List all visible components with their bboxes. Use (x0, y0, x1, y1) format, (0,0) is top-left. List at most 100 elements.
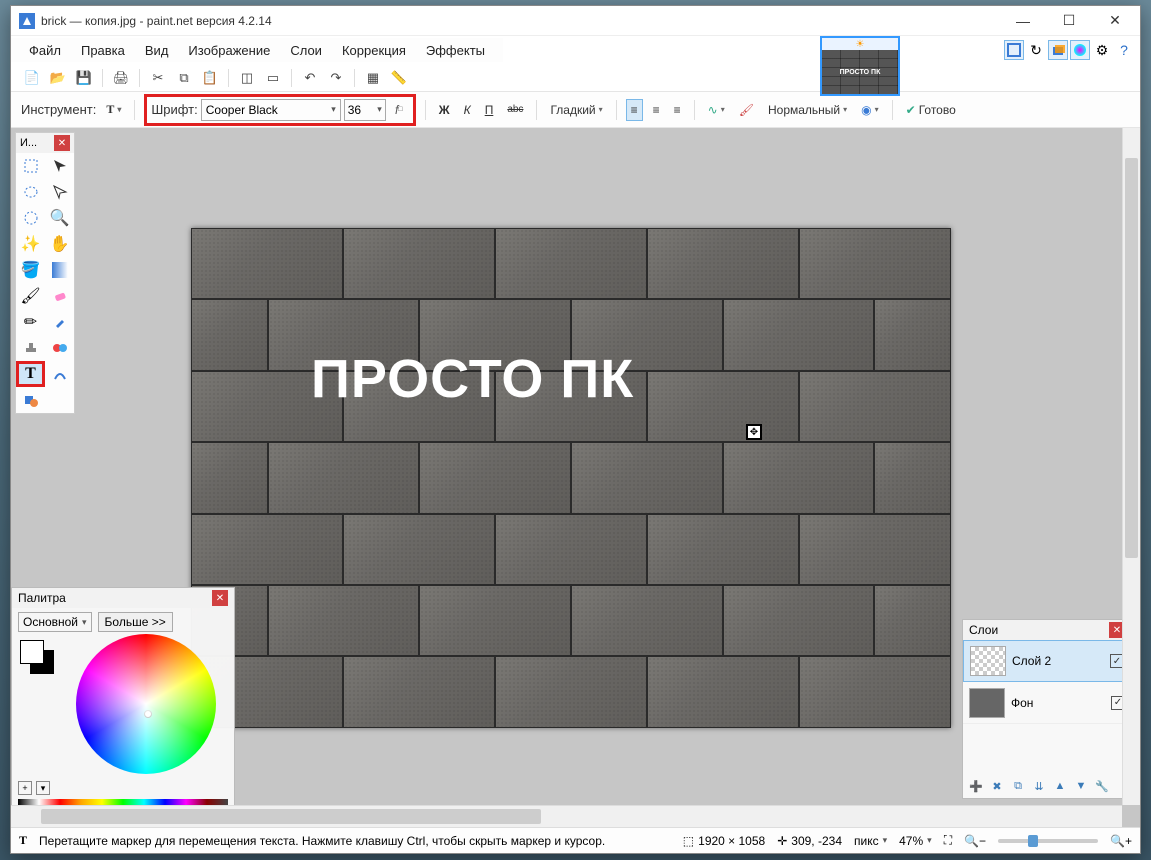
antialias-icon[interactable]: ∿ ▾ (704, 99, 729, 121)
menu-изображение[interactable]: Изображение (178, 40, 280, 61)
menu-файл[interactable]: Файл (19, 40, 71, 61)
font-metrics-icon[interactable]: f□ (389, 99, 409, 121)
grid-icon[interactable]: ▦ (362, 67, 384, 89)
layers-toggle-icon[interactable] (1048, 40, 1068, 60)
bucket-tool[interactable]: 🪣 (16, 257, 45, 283)
lasso-tool[interactable] (16, 179, 45, 205)
maximize-button[interactable]: ☐ (1046, 6, 1092, 36)
color-wheel[interactable] (76, 634, 216, 774)
sun-icon: ☀ (822, 38, 898, 50)
merge-down-icon[interactable]: ⇊ (1030, 777, 1048, 795)
finish-button[interactable]: ✔ Готово (902, 99, 960, 121)
render-mode-dropdown[interactable]: Гладкий ▾ (546, 99, 606, 121)
cut-icon[interactable]: ✂ (147, 67, 169, 89)
deselect-icon[interactable]: ▭ (262, 67, 284, 89)
font-family-dropdown[interactable]: Cooper Black▾ (201, 99, 341, 121)
layer-props-icon[interactable]: 🔧 (1093, 777, 1111, 795)
color-mode-dropdown[interactable]: Основной ▾ (18, 612, 92, 632)
colors-toggle-icon[interactable] (1070, 40, 1090, 60)
zoom-slider[interactable] (998, 839, 1098, 843)
canvas[interactable]: ПРОСТО ПК ✥ (191, 228, 951, 728)
minimize-button[interactable]: — (1000, 6, 1046, 36)
new-icon[interactable]: 📄 (21, 67, 43, 89)
move-handle-icon[interactable]: ✥ (746, 424, 762, 440)
fit-window-icon[interactable]: ⛶ (944, 833, 952, 848)
redo-icon[interactable]: ↷ (325, 67, 347, 89)
layer-thumbnail (969, 688, 1005, 718)
status-unit-dropdown[interactable]: пикс ▾ (854, 834, 887, 848)
eyedropper-tool[interactable] (45, 309, 74, 335)
tools-panel: И...✕ 🔍 ✨ ✋ 🪣 🖌 ✏ T (15, 132, 75, 414)
move-up-icon[interactable]: ▲ (1051, 777, 1069, 795)
recolor-tool[interactable] (45, 335, 74, 361)
copy-icon[interactable]: ⧉ (173, 67, 195, 89)
pencil-tool[interactable]: ✏ (16, 309, 45, 335)
clone-tool[interactable] (16, 335, 45, 361)
magic-wand-tool[interactable]: ✨ (16, 231, 45, 257)
align-center-icon[interactable]: ≡ (649, 99, 664, 121)
tools-close-icon[interactable]: ✕ (54, 135, 70, 151)
more-button[interactable]: Больше >> (98, 612, 173, 632)
fill-style-icon[interactable]: ◉ ▾ (857, 99, 883, 121)
italic-button[interactable]: К (460, 99, 475, 121)
wheel-cursor[interactable] (144, 710, 152, 718)
align-left-icon[interactable]: ≡ (626, 99, 643, 121)
vertical-scrollbar[interactable] (1122, 128, 1140, 805)
paste-icon[interactable]: 📋 (199, 67, 221, 89)
horizontal-scrollbar[interactable] (11, 805, 1122, 827)
undo-icon[interactable]: ↶ (299, 67, 321, 89)
delete-layer-icon[interactable]: ✖ (988, 777, 1006, 795)
move-selection-tool[interactable] (45, 179, 74, 205)
rect-select-tool[interactable] (16, 153, 45, 179)
menu-эффекты[interactable]: Эффекты (416, 40, 495, 61)
menu-правка[interactable]: Правка (71, 40, 135, 61)
gradient-tool[interactable] (45, 257, 74, 283)
ellipse-select-tool[interactable] (16, 205, 45, 231)
layer-item[interactable]: Слой 2 ✓ (963, 640, 1131, 682)
ruler-icon[interactable]: 📏 (388, 67, 410, 89)
move-tool[interactable] (45, 153, 74, 179)
eraser-tool[interactable] (45, 283, 74, 309)
settings-icon[interactable]: ⚙ (1092, 40, 1112, 60)
pan-tool[interactable]: ✋ (45, 231, 74, 257)
window-title: brick — копия.jpg - paint.net версия 4.2… (41, 14, 1000, 28)
palette-menu-icon[interactable]: ▾ (36, 781, 50, 795)
blend-icon[interactable]: 🖌 (735, 99, 758, 121)
shapes-tool[interactable] (16, 387, 45, 413)
menu-слои[interactable]: Слои (280, 40, 332, 61)
fill-mode-dropdown[interactable]: Нормальный ▾ (764, 99, 851, 121)
duplicate-layer-icon[interactable]: ⧉ (1009, 777, 1027, 795)
zoom-out-icon[interactable]: 🔍− (964, 834, 986, 848)
canvas-text[interactable]: ПРОСТО ПК (311, 348, 634, 410)
close-button[interactable]: ✕ (1092, 6, 1138, 36)
colors-close-icon[interactable]: ✕ (212, 590, 228, 606)
text-tool[interactable]: T (16, 361, 45, 387)
add-layer-icon[interactable]: ➕ (967, 777, 985, 795)
zoom-tool[interactable]: 🔍 (45, 205, 74, 231)
font-size-dropdown[interactable]: 36▾ (344, 99, 386, 121)
align-right-icon[interactable]: ≡ (670, 99, 685, 121)
history-toggle-icon[interactable]: ↻ (1026, 40, 1046, 60)
crop-icon[interactable]: ◫ (236, 67, 258, 89)
help-icon[interactable]: ? (1114, 40, 1134, 60)
tools-toggle-icon[interactable] (1004, 40, 1024, 60)
tool-indicator[interactable]: T ▾ (102, 99, 125, 121)
bold-button[interactable]: Ж (435, 99, 454, 121)
palette-add-icon[interactable]: + (18, 781, 32, 795)
status-zoom[interactable]: 47% ▾ (899, 834, 932, 848)
underline-button[interactable]: П (481, 99, 498, 121)
menu-коррекция[interactable]: Коррекция (332, 40, 416, 61)
layer-item[interactable]: Фон ✓ (963, 682, 1131, 724)
document-thumbnail[interactable]: ☀ ПРОСТО ПК (820, 36, 900, 96)
strike-button[interactable]: abc (503, 99, 527, 121)
zoom-in-icon[interactable]: 🔍+ (1110, 834, 1132, 848)
open-icon[interactable]: 📂 (47, 67, 69, 89)
move-down-icon[interactable]: ▼ (1072, 777, 1090, 795)
print-icon[interactable]: 🖨 (110, 67, 132, 89)
status-dimensions: ⬚ 1920 × 1058 (683, 834, 765, 848)
line-tool[interactable] (45, 361, 74, 387)
save-icon[interactable]: 💾 (73, 67, 95, 89)
menu-вид[interactable]: Вид (135, 40, 179, 61)
brush-tool[interactable]: 🖌 (16, 283, 45, 309)
primary-color-swatch[interactable] (20, 640, 44, 664)
